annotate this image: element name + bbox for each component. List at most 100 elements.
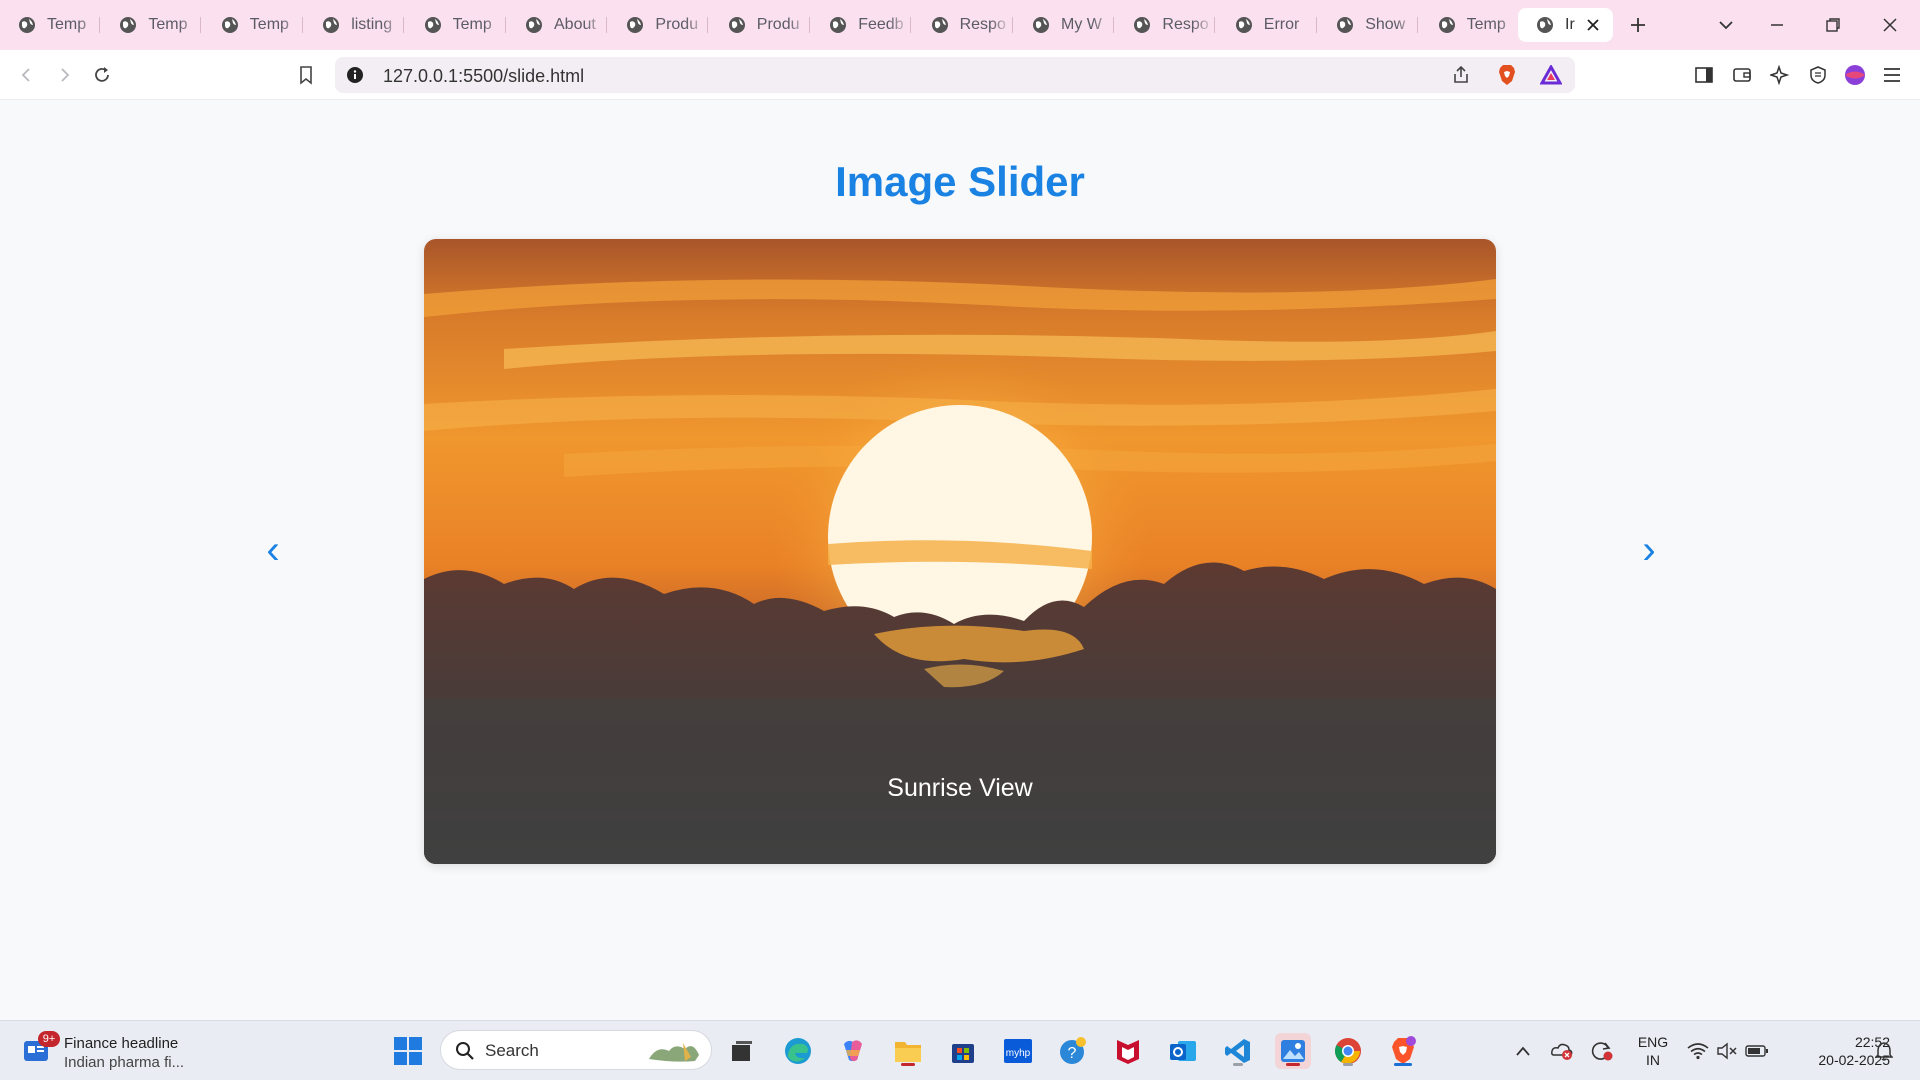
- leo-ai-icon[interactable]: [1768, 63, 1792, 87]
- brave-browser-icon[interactable]: [1385, 1033, 1421, 1069]
- tab-title: Temp: [249, 16, 289, 33]
- notification-bell-icon[interactable]: [1872, 1039, 1896, 1063]
- tab-separator: [606, 17, 607, 33]
- close-tab-icon[interactable]: [1585, 17, 1601, 33]
- tab-title: My W: [1061, 16, 1102, 33]
- browser-toolbar: 127.0.0.1:5500/slide.html: [0, 50, 1920, 100]
- tab-active[interactable]: Ir: [1518, 8, 1613, 42]
- tab-item[interactable]: Respo: [1115, 8, 1216, 42]
- bookmark-icon[interactable]: [294, 63, 318, 87]
- onedrive-error-icon[interactable]: [1550, 1039, 1574, 1063]
- tab-item[interactable]: Produ: [608, 8, 709, 42]
- slide-caption: Sunrise View: [887, 774, 1033, 802]
- get-help-icon[interactable]: ?: [1055, 1033, 1091, 1069]
- wifi-icon[interactable]: [1686, 1039, 1710, 1063]
- tab-item[interactable]: Produ: [710, 8, 810, 42]
- globe-icon: [221, 17, 238, 33]
- start-button[interactable]: [390, 1033, 426, 1069]
- minimize-icon[interactable]: [1765, 13, 1789, 37]
- taskbar-search[interactable]: Search: [440, 1030, 712, 1070]
- copilot-icon[interactable]: [835, 1033, 871, 1069]
- file-explorer-icon[interactable]: [890, 1033, 926, 1069]
- photos-icon[interactable]: [1275, 1033, 1311, 1069]
- tab-strip: Temp Temp Temp listing Temp About Produ Produ Fe…: [0, 0, 1920, 50]
- wallet-icon[interactable]: [1730, 63, 1754, 87]
- tab-search-chevron-icon[interactable]: [1714, 13, 1738, 37]
- vscode-icon[interactable]: [1220, 1033, 1256, 1069]
- address-bar[interactable]: 127.0.0.1:5500/slide.html: [335, 57, 1575, 93]
- globe-icon: [830, 17, 847, 33]
- edge-icon[interactable]: [780, 1033, 816, 1069]
- globe-icon: [526, 17, 542, 33]
- myhp-icon[interactable]: myhp: [1000, 1033, 1036, 1069]
- forward-icon[interactable]: [52, 63, 76, 87]
- tab-title: listing: [351, 16, 393, 33]
- sync-alert-icon[interactable]: [1590, 1039, 1614, 1063]
- tab-item[interactable]: Feedb: [811, 8, 912, 42]
- windows-logo-icon: [394, 1037, 422, 1065]
- microsoft-store-icon[interactable]: [945, 1033, 981, 1069]
- globe-icon: [931, 17, 948, 33]
- globe-icon: [627, 17, 644, 33]
- page-title: Image Slider: [835, 158, 1085, 205]
- show-hidden-icons-chevron-icon[interactable]: [1511, 1039, 1535, 1063]
- reload-icon[interactable]: [90, 63, 114, 87]
- back-icon[interactable]: [15, 63, 39, 87]
- language-indicator[interactable]: ENG IN: [1635, 1033, 1671, 1069]
- tab-title: Temp: [452, 16, 492, 33]
- chrome-icon[interactable]: [1330, 1033, 1366, 1069]
- tab-title: Produ: [655, 16, 699, 33]
- tab-title: Temp: [1466, 16, 1506, 33]
- tab-title: Temp: [148, 16, 188, 33]
- tab-separator: [707, 17, 709, 33]
- tab-item[interactable]: Show: [1318, 8, 1419, 42]
- restore-icon[interactable]: [1821, 13, 1845, 37]
- tab-separator: [1315, 17, 1317, 33]
- mcafee-icon[interactable]: [1110, 1033, 1146, 1069]
- tab-item[interactable]: Temp: [203, 8, 303, 42]
- outlook-icon[interactable]: [1165, 1033, 1201, 1069]
- tab-item[interactable]: Respo: [913, 8, 1013, 42]
- tab-item[interactable]: Error: [1217, 8, 1317, 42]
- brave-rewards-icon[interactable]: [1539, 63, 1563, 87]
- tab-title: Temp: [47, 16, 87, 33]
- svg-text:?: ?: [1068, 1045, 1077, 1062]
- new-tab-icon[interactable]: [1626, 13, 1650, 37]
- tab-item[interactable]: My W: [1014, 8, 1114, 42]
- site-info-icon[interactable]: [347, 67, 363, 83]
- task-view-icon[interactable]: [724, 1033, 760, 1069]
- tab-item[interactable]: About: [507, 8, 607, 42]
- news-widget[interactable]: 9+ Finance headline Indian pharma fi...: [22, 1031, 242, 1071]
- tab-title: Feedb: [858, 16, 904, 33]
- vpn-shield-icon[interactable]: [1806, 63, 1830, 87]
- sidebar-icon[interactable]: [1692, 63, 1716, 87]
- tab-separator: [200, 17, 202, 33]
- tab-separator: [99, 17, 100, 33]
- tab-separator: [1417, 17, 1419, 33]
- next-slide-button[interactable]: ›: [1634, 528, 1664, 572]
- battery-icon[interactable]: [1745, 1039, 1769, 1063]
- tab-item[interactable]: Temp: [101, 8, 202, 42]
- brave-shields-icon[interactable]: [1495, 63, 1519, 87]
- running-indicator: [1343, 1063, 1353, 1066]
- tab-item[interactable]: Temp: [406, 8, 506, 42]
- svg-text:myhp: myhp: [1006, 1048, 1031, 1059]
- menu-icon[interactable]: [1880, 63, 1904, 87]
- share-icon[interactable]: [1449, 63, 1473, 87]
- prev-slide-button[interactable]: ‹: [258, 528, 288, 572]
- profile-avatar-icon[interactable]: [1843, 63, 1867, 87]
- tab-item[interactable]: listing: [304, 8, 405, 42]
- speaker-muted-icon[interactable]: [1715, 1039, 1739, 1063]
- windows-taskbar: 9+ Finance headline Indian pharma fi... …: [0, 1020, 1920, 1080]
- tab-item[interactable]: Temp: [0, 8, 100, 42]
- tab-separator: [1214, 17, 1216, 33]
- running-indicator: [1233, 1063, 1243, 1066]
- news-badge: 9+: [38, 1031, 60, 1047]
- close-window-icon[interactable]: [1878, 13, 1902, 37]
- tab-item[interactable]: Temp: [1420, 8, 1520, 42]
- tab-title: Produ: [756, 16, 800, 33]
- globe-icon: [424, 17, 441, 33]
- search-highlight-icon: [649, 1043, 699, 1062]
- tab-separator: [301, 17, 303, 33]
- slide-image: Sunrise View: [424, 239, 1496, 864]
